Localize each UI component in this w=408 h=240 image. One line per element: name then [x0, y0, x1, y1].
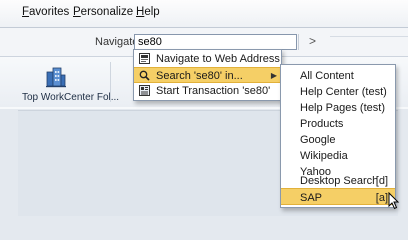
submenu-item-label: Help Pages (test) [300, 102, 385, 114]
submenu-item-wikipedia[interactable]: Wikipedia [281, 147, 395, 163]
submenu-item-sap[interactable]: SAP [a] [281, 188, 395, 205]
popup-item-search[interactable]: Search 'se80' in... ▶ [134, 67, 281, 83]
popup-item-navigate-web[interactable]: Navigate to Web Address [134, 51, 281, 67]
navigate-separator [298, 34, 299, 50]
search-icon [139, 70, 150, 81]
submenu-arrow-icon: ▶ [270, 71, 277, 80]
submenu-item-google[interactable]: Google [281, 131, 395, 147]
popup-item-label: Navigate to Web Address [156, 53, 280, 65]
sap-portal-window: Favorites Personalize Help Navigate: > T… [0, 0, 408, 216]
menu-favorites[interactable]: Favorites [22, 6, 69, 18]
submenu-item-label: Wikipedia [300, 150, 348, 162]
popup-item-label: Search 'se80' in... [156, 70, 243, 82]
search-in-submenu: All Content Help Center (test) Help Page… [280, 64, 396, 208]
submenu-item-label: Products [300, 118, 344, 130]
navigate-divider [330, 36, 408, 37]
menu-favorites-accel: F [22, 6, 30, 18]
transaction-icon [139, 85, 150, 96]
popup-item-start-transaction[interactable]: Start Transaction 'se80' [134, 83, 281, 99]
menu-bar: Favorites Personalize Help [0, 0, 408, 28]
submenu-item-shortcut: [a] [375, 192, 388, 204]
submenu-item-help-center[interactable]: Help Center (test) [281, 83, 395, 99]
navigate-popup-menu: Navigate to Web Address Search 'se80' in… [133, 49, 282, 101]
submenu-item-shortcut: [d] [375, 175, 388, 187]
navigate-go-button[interactable]: > [309, 34, 316, 48]
submenu-item-help-pages[interactable]: Help Pages (test) [281, 99, 395, 115]
submenu-item-desktop-search[interactable]: Desktop Search [d] [281, 172, 395, 188]
building-icon[interactable] [45, 66, 67, 88]
toolbar-divider [110, 62, 111, 102]
menu-favorites-label: avorites [29, 6, 70, 18]
navigate-input[interactable] [134, 34, 297, 50]
menu-personalize-accel: P [73, 6, 81, 18]
menu-help[interactable]: Help [136, 6, 160, 18]
workcenter-label[interactable]: Top WorkCenter Fol... [22, 92, 119, 103]
popup-item-label: Start Transaction 'se80' [156, 85, 271, 97]
submenu-item-all-content[interactable]: All Content [281, 67, 395, 83]
submenu-item-label: Help Center (test) [300, 86, 387, 98]
submenu-item-label: SAP [300, 192, 323, 204]
web-address-icon [139, 53, 150, 64]
menu-personalize[interactable]: Personalize [73, 6, 133, 18]
submenu-item-products[interactable]: Products [281, 115, 395, 131]
menu-personalize-label: ersonalize [80, 6, 134, 18]
submenu-item-label: Google [300, 134, 336, 146]
mouse-cursor-icon [388, 192, 400, 210]
menu-help-label: elp [144, 6, 160, 18]
submenu-item-label: All Content [300, 70, 354, 82]
submenu-item-label: Desktop Search [300, 175, 379, 187]
